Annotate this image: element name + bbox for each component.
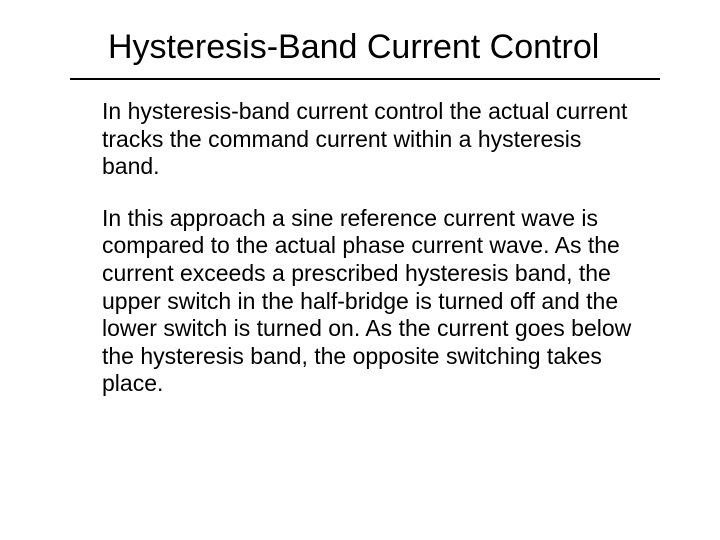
- slide: Hysteresis-Band Current Control In hyste…: [0, 0, 720, 540]
- paragraph: In hysteresis-band current control the a…: [102, 98, 632, 181]
- slide-title: Hysteresis-Band Current Control: [108, 28, 599, 67]
- paragraph: In this approach a sine reference curren…: [102, 205, 632, 398]
- slide-body: In hysteresis-band current control the a…: [102, 98, 632, 422]
- title-underline: [70, 78, 660, 80]
